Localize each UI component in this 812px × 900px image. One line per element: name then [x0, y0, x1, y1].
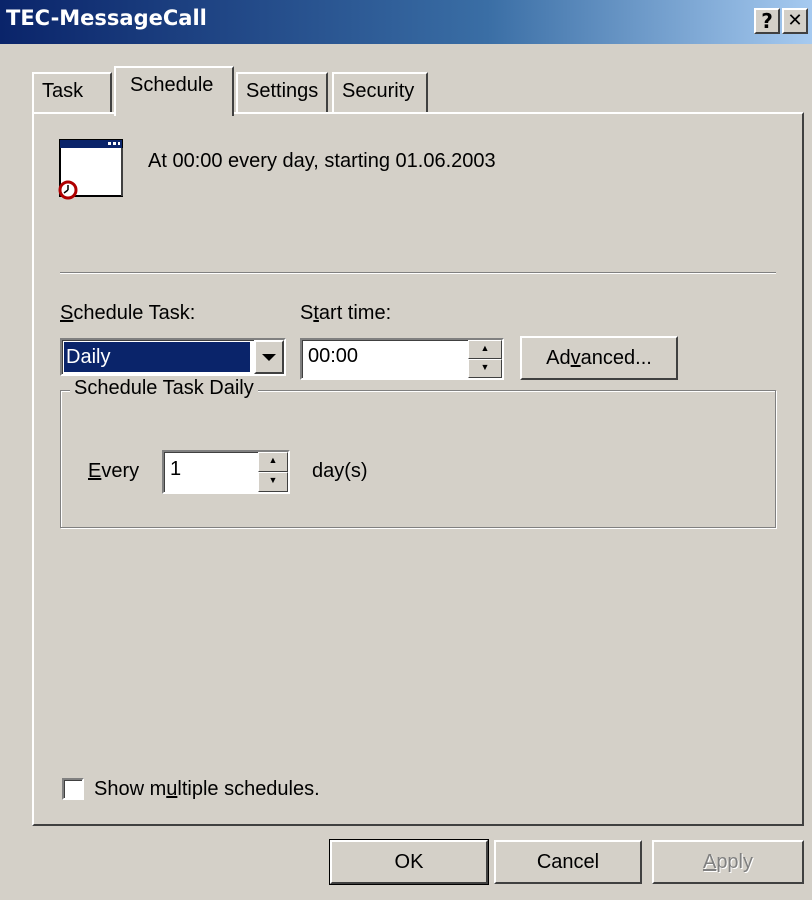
tab-schedule[interactable]: Schedule [114, 66, 234, 116]
schedule-task-label: Schedule Task: [60, 302, 196, 324]
show-multiple-schedules-checkbox[interactable] [62, 778, 84, 800]
spin-down-icon[interactable]: ▼ [468, 359, 502, 378]
every-days-input[interactable]: 1 ▲ ▼ [162, 450, 290, 494]
spin-up-icon[interactable]: ▲ [468, 340, 502, 359]
every-days-spinner[interactable]: ▲ ▼ [258, 452, 288, 492]
schedule-task-selected-value: Daily [63, 341, 251, 373]
separator [60, 272, 776, 274]
apply-button[interactable]: Apply [652, 840, 804, 884]
start-time-spinner[interactable]: ▲ ▼ [468, 340, 502, 378]
group-legend: Schedule Task Daily [70, 377, 258, 400]
spin-up-icon[interactable]: ▲ [258, 452, 288, 472]
start-time-input[interactable]: 00:00 ▲ ▼ [300, 338, 504, 380]
tab-settings[interactable]: Settings [236, 72, 328, 112]
help-button[interactable]: ? [754, 8, 780, 34]
chevron-down-icon [262, 354, 276, 361]
close-button[interactable]: ✕ [782, 8, 808, 34]
cancel-button[interactable]: Cancel [494, 840, 642, 884]
every-days-value: 1 [170, 458, 182, 480]
days-unit-label: day(s) [312, 460, 368, 482]
dropdown-arrow-button[interactable] [254, 340, 284, 374]
tab-task[interactable]: Task [32, 72, 112, 112]
schedule-task-select[interactable]: Daily [60, 338, 286, 376]
every-label: Every [88, 460, 140, 482]
spin-down-icon[interactable]: ▼ [258, 472, 288, 492]
ok-button[interactable]: OK [329, 839, 489, 885]
scheduled-task-clock-icon [56, 138, 126, 202]
tab-security[interactable]: Security [332, 72, 428, 112]
advanced-button[interactable]: Advanced... [520, 336, 678, 380]
schedule-summary-text: At 00:00 every day, starting 01.06.2003 [148, 150, 496, 172]
window-title: TEC-MessageCall [6, 6, 207, 30]
show-multiple-schedules-label[interactable]: Show multiple schedules. [94, 778, 320, 801]
start-time-label: Start time: [300, 302, 392, 324]
start-time-value: 00:00 [308, 345, 359, 367]
